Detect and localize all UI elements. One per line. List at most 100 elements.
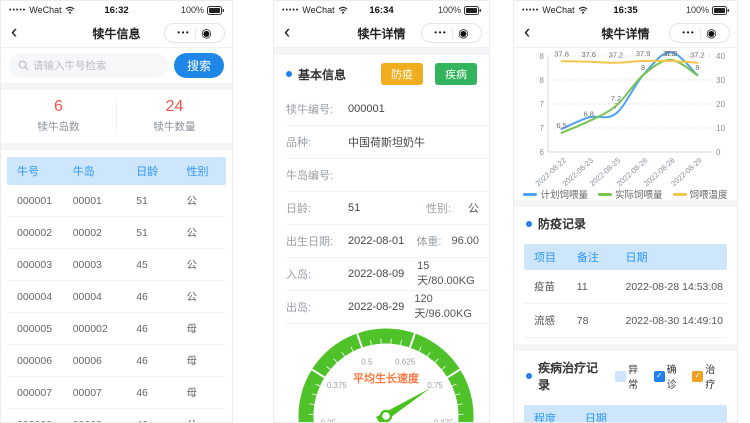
legend-item-actual[interactable]: 实际饲喂量 xyxy=(598,187,663,201)
col-header: 项目 xyxy=(524,249,577,265)
cell: 000007 xyxy=(7,387,73,399)
chart-legend: 计划饲喂量 实际饲喂量 饲喂温度 xyxy=(514,188,737,200)
cell: 00004 xyxy=(73,291,137,303)
more-icon[interactable]: ••• xyxy=(177,29,190,37)
cell: 46 xyxy=(136,419,186,423)
back-chevron-icon[interactable]: ‹ xyxy=(1,21,27,45)
cell: 51 xyxy=(136,227,186,239)
disease-button[interactable]: 疾病 xyxy=(435,63,477,85)
cell: 母 xyxy=(187,353,226,368)
section-dot-icon xyxy=(286,71,292,77)
stat-value: 24 xyxy=(117,98,232,116)
more-icon[interactable]: ••• xyxy=(434,29,447,37)
table-row[interactable]: 0000060000646母 xyxy=(7,345,226,377)
svg-text:8: 8 xyxy=(540,76,545,85)
status-abnormal[interactable]: 异常 xyxy=(615,361,648,391)
home-icon[interactable]: ◉ xyxy=(458,27,468,39)
svg-text:7: 7 xyxy=(540,100,545,109)
table-row[interactable]: 0000040000446公 xyxy=(7,281,226,313)
field-value: 中国荷斯坦奶牛 xyxy=(348,134,425,150)
table-row[interactable]: 疫苗 11 2022-08-28 14:53:08 xyxy=(524,270,727,304)
field-calf-no: 犊牛编号: 000001 xyxy=(286,93,489,126)
cell: 00008 xyxy=(73,419,137,423)
cell: 46 xyxy=(136,323,186,335)
field-label: 性别: xyxy=(426,200,466,216)
cell: 2022-08-28 14:53:08 xyxy=(625,281,727,293)
home-icon[interactable]: ◉ xyxy=(706,27,716,39)
svg-text:0.75: 0.75 xyxy=(427,381,443,390)
status-treated[interactable]: ✓治疗 xyxy=(692,361,725,391)
cell: 流感 xyxy=(524,313,577,328)
search-icon xyxy=(18,60,29,71)
cell: 公 xyxy=(187,289,226,304)
battery-percent: 100% xyxy=(438,5,461,15)
divider-strip xyxy=(1,143,232,150)
stat-calf-count: 24 犊牛数量 xyxy=(117,98,232,134)
nav-bar: ‹ 犊牛信息 ••• ◉ xyxy=(1,19,232,48)
svg-text:0.25: 0.25 xyxy=(321,418,337,423)
wechat-capsule[interactable]: ••• ◉ xyxy=(164,23,225,43)
col-header: 日期 xyxy=(625,249,727,265)
section-dot-icon xyxy=(526,221,532,227)
section-title: 防疫记录 xyxy=(538,215,725,232)
field-value: 公 xyxy=(468,200,479,216)
svg-text:37.6: 37.6 xyxy=(581,50,596,59)
table-header: 项目 备注 日期 xyxy=(524,244,727,270)
back-chevron-icon[interactable]: ‹ xyxy=(514,21,540,45)
field-label: 入岛: xyxy=(286,266,348,282)
table-row[interactable]: 0000030000345公 xyxy=(7,249,226,281)
col-header: 牛号 xyxy=(7,163,73,179)
status-bar: ••••• WeChat 16:32 100% xyxy=(1,1,232,19)
checkbox-icon: ✓ xyxy=(654,371,665,382)
svg-text:37.8: 37.8 xyxy=(554,49,569,58)
wifi-icon xyxy=(338,6,348,14)
field-label: 犊牛编号: xyxy=(286,101,348,117)
status-confirmed[interactable]: ✓确诊 xyxy=(654,361,687,391)
legend-item-planned[interactable]: 计划饲喂量 xyxy=(523,187,588,201)
disease-status-legend: 异常 ✓确诊 ✓治疗 xyxy=(615,361,725,391)
calf-records-screen: ••••• WeChat 16:35 100% ‹ 犊牛详情 ••• ◉ 840… xyxy=(513,0,738,423)
table-row[interactable]: 00000500000246母 xyxy=(7,313,226,345)
cell: 母 xyxy=(187,385,226,400)
growth-gauge: 0.250.3750.50.6250.750.8751平均生长速度 xyxy=(274,324,489,423)
table-header: 牛号 牛岛 日龄 性别 xyxy=(7,157,226,185)
svg-text:平均生长速度: 平均生长速度 xyxy=(353,371,420,385)
stat-value: 6 xyxy=(1,98,116,116)
table-row[interactable]: 0000080000846公 xyxy=(7,409,226,423)
search-row: 请输入牛号检索 搜索 xyxy=(1,48,232,83)
search-input[interactable]: 请输入牛号检索 xyxy=(9,53,168,78)
table-row[interactable]: 0000070000746母 xyxy=(7,377,226,409)
back-chevron-icon[interactable]: ‹ xyxy=(274,21,300,45)
col-header: 牛岛 xyxy=(73,163,137,179)
field-label: 出生日期: xyxy=(286,233,348,249)
wechat-capsule[interactable]: ••• ◉ xyxy=(421,23,482,43)
line-chart-svg: 8408307207106078.686.56.87.2837.837.637.… xyxy=(514,48,738,194)
col-header: 日期 xyxy=(585,410,727,423)
field-breed: 品种: 中国荷斯坦奶牛 xyxy=(286,126,489,159)
field-extra: 120天/96.00KG xyxy=(414,293,479,321)
search-button[interactable]: 搜索 xyxy=(174,53,224,78)
field-value: 96.00 xyxy=(451,235,479,247)
home-icon[interactable]: ◉ xyxy=(201,27,211,39)
legend-item-temp[interactable]: 饲喂温度 xyxy=(673,187,728,201)
svg-text:30: 30 xyxy=(716,76,725,85)
field-value: 000001 xyxy=(348,103,385,115)
cell: 公 xyxy=(187,417,226,423)
cell: 45 xyxy=(136,259,186,271)
wifi-icon xyxy=(578,6,588,14)
svg-text:7.2: 7.2 xyxy=(611,94,621,103)
more-icon[interactable]: ••• xyxy=(682,29,695,37)
field-label: 出岛: xyxy=(286,299,348,315)
vaccine-button[interactable]: 防疫 xyxy=(381,63,423,85)
cell: 000001 xyxy=(7,195,73,207)
wechat-capsule[interactable]: ••• ◉ xyxy=(669,23,730,43)
battery-percent: 100% xyxy=(686,5,709,15)
divider-strip xyxy=(1,83,232,90)
svg-text:6.8: 6.8 xyxy=(584,109,594,118)
table-row[interactable]: 0000020000251公 xyxy=(7,217,226,249)
cell: 000002 xyxy=(73,323,137,335)
svg-text:0.375: 0.375 xyxy=(327,381,348,390)
table-row[interactable]: 0000010000151公 xyxy=(7,185,226,217)
cell: 78 xyxy=(577,315,626,327)
table-row[interactable]: 流感 78 2022-08-30 14:49:10 xyxy=(524,304,727,338)
